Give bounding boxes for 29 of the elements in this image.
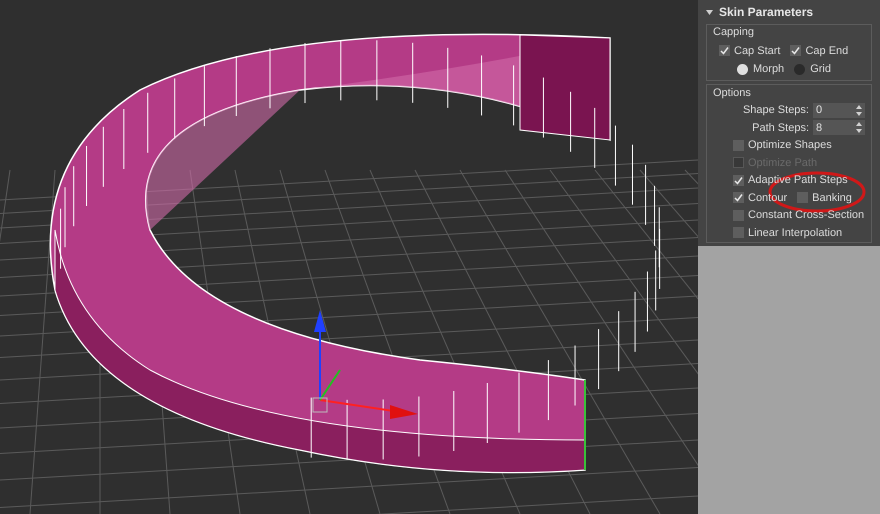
collapse-arrow-icon (706, 8, 713, 16)
spinner-label: Path Steps: (752, 120, 809, 136)
radio-button[interactable] (794, 64, 806, 75)
checkbox[interactable] (733, 192, 744, 204)
checkbox[interactable] (790, 45, 802, 56)
checkbox[interactable] (733, 210, 744, 221)
group-title: Options (713, 86, 752, 100)
spinner-field[interactable]: 8 (813, 120, 865, 136)
checkbox-label: Cap End (805, 44, 848, 58)
spinner-arrows-icon[interactable] (856, 122, 862, 134)
radio-label: Morph (753, 62, 784, 77)
checkbox-label: Banking (812, 190, 852, 206)
checkbox-label: Linear Interpolation (748, 226, 842, 240)
radio-button[interactable] (737, 64, 748, 75)
checkbox[interactable] (733, 227, 744, 238)
checkbox-label: Optimize Shapes (748, 138, 832, 153)
checkbox[interactable] (733, 174, 744, 186)
checkbox[interactable] (733, 140, 744, 151)
checkbox-label: Constant Cross-Section (748, 208, 864, 223)
checkbox[interactable] (797, 192, 808, 204)
transform-gizmo-icon (312, 310, 418, 419)
spinner-arrows-icon[interactable] (856, 104, 862, 116)
group-title: Capping (713, 25, 755, 40)
checkbox-label: Cap Start (734, 44, 780, 58)
radio-label: Grid (810, 62, 831, 77)
spinner-field[interactable]: 0 (813, 102, 865, 118)
checkbox[interactable] (719, 45, 730, 56)
rollout-header[interactable]: Skin Parameters (706, 3, 872, 21)
spinner-label: Shape Steps: (742, 103, 809, 118)
